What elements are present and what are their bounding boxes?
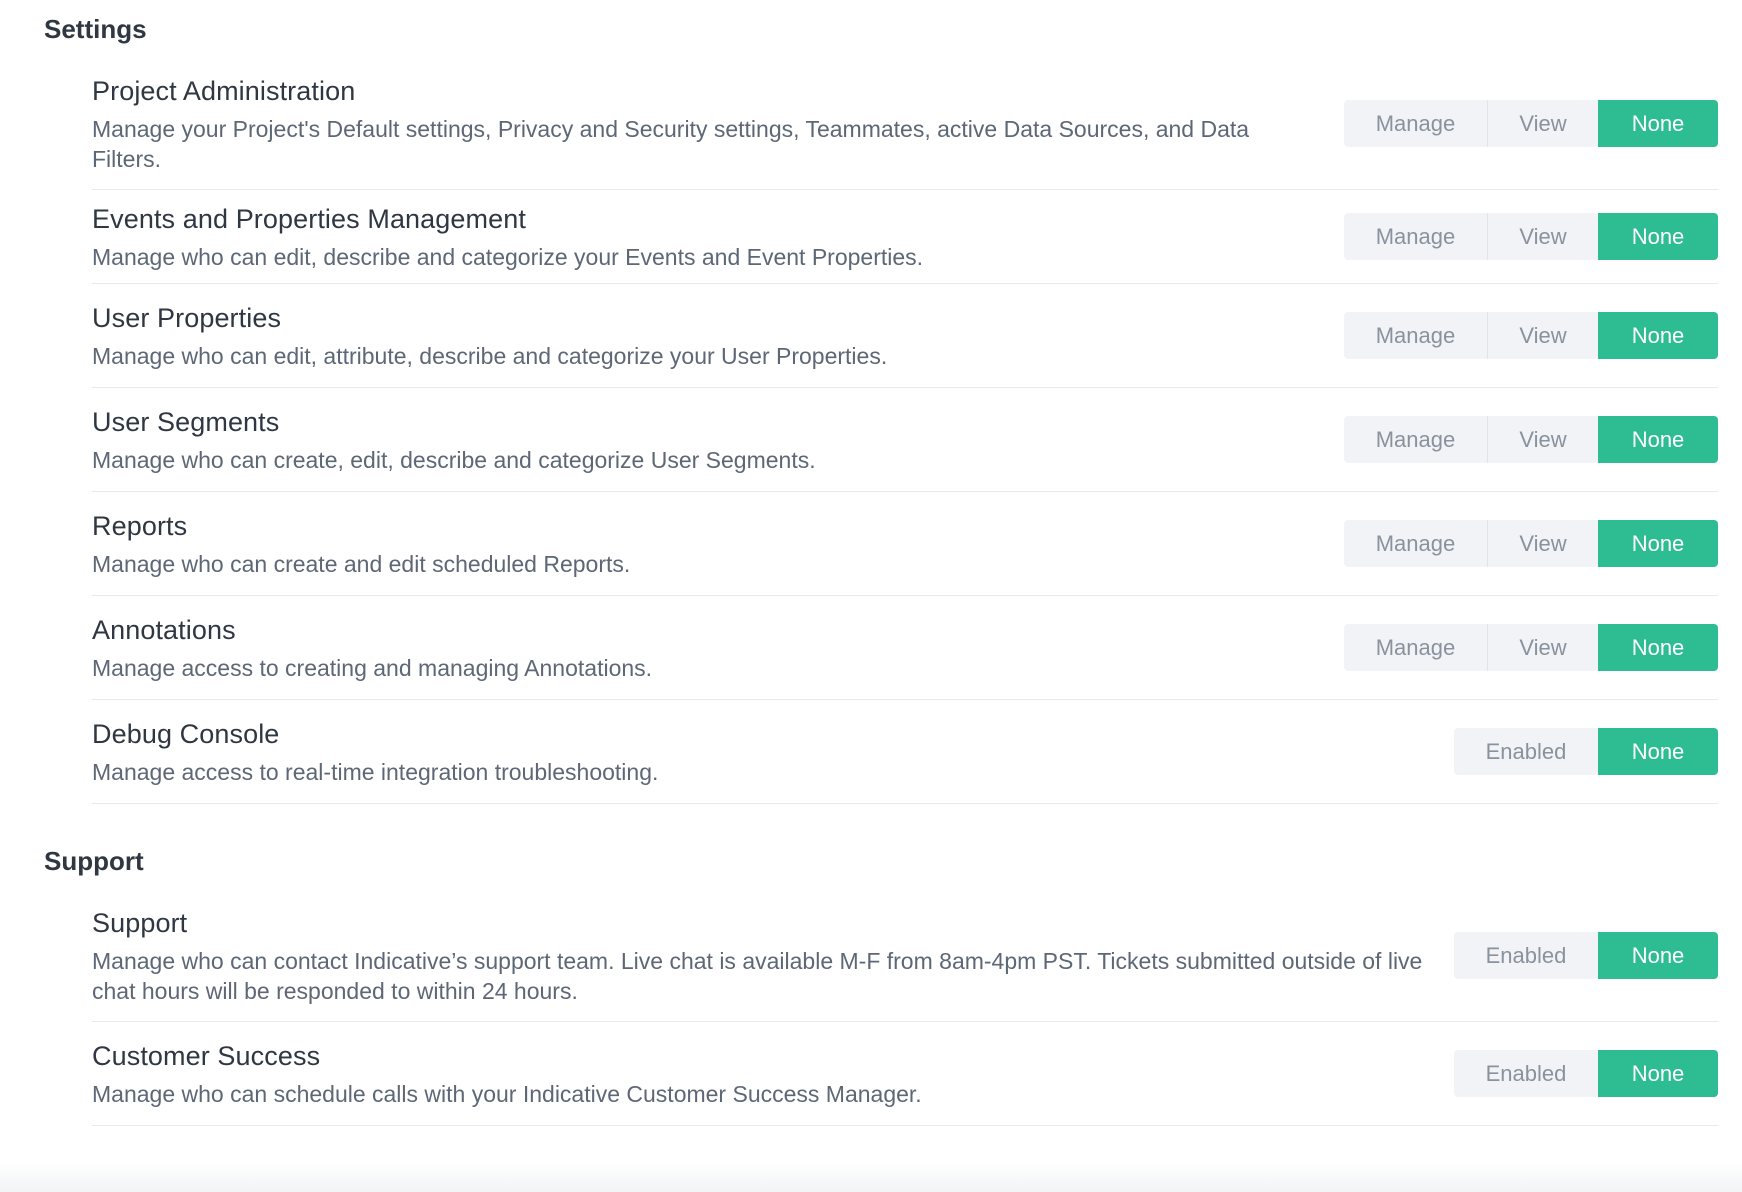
option-none-button[interactable]: None	[1598, 932, 1718, 979]
option-none-button[interactable]: None	[1598, 312, 1718, 359]
option-manage-button[interactable]: Manage	[1344, 100, 1487, 147]
permissions-page: Settings Project Administration Manage y…	[0, 0, 1742, 1192]
row-title: Customer Success	[92, 1040, 321, 1071]
permission-toggle-group: Manage View None	[1344, 624, 1718, 671]
option-none-button[interactable]: None	[1598, 728, 1718, 775]
permission-toggle-group: Manage View None	[1344, 520, 1718, 567]
row-title: Annotations	[92, 614, 236, 645]
permission-row-events-properties: Events and Properties Management Manage …	[92, 190, 1718, 284]
row-description: Manage who can edit, attribute, describe…	[92, 342, 888, 369]
row-title: Debug Console	[92, 718, 280, 749]
permission-toggle-group: Manage View None	[1344, 100, 1718, 147]
row-description: Manage who can contact Indicative’s supp…	[92, 947, 1423, 1004]
option-view-button[interactable]: View	[1487, 520, 1598, 567]
permission-row-user-segments: User Segments Manage who can create, edi…	[92, 388, 1718, 492]
row-description: Manage access to creating and managing A…	[92, 654, 653, 681]
option-view-button[interactable]: View	[1487, 213, 1598, 260]
option-none-button[interactable]: None	[1598, 213, 1718, 260]
permission-row-reports: Reports Manage who can create and edit s…	[92, 492, 1718, 596]
row-description: Manage who can schedule calls with your …	[92, 1080, 922, 1107]
permission-row-annotations: Annotations Manage access to creating an…	[92, 596, 1718, 700]
permission-row-customer-success: Customer Success Manage who can schedule…	[92, 1022, 1718, 1126]
option-view-button[interactable]: View	[1487, 624, 1598, 671]
option-none-button[interactable]: None	[1598, 100, 1718, 147]
option-manage-button[interactable]: Manage	[1344, 213, 1487, 260]
option-enabled-button[interactable]: Enabled	[1454, 932, 1598, 979]
option-manage-button[interactable]: Manage	[1344, 312, 1487, 359]
option-manage-button[interactable]: Manage	[1344, 624, 1487, 671]
row-title: User Properties	[92, 302, 282, 333]
option-view-button[interactable]: View	[1487, 416, 1598, 463]
permission-row-project-administration: Project Administration Manage your Proje…	[92, 58, 1718, 190]
row-description: Manage access to real-time integration t…	[92, 758, 659, 785]
permission-row-debug-console: Debug Console Manage access to real-time…	[92, 700, 1718, 804]
row-description: Manage your Project's Default settings, …	[92, 115, 1250, 172]
section-title-support: Support	[44, 846, 144, 876]
row-title: Project Administration	[92, 75, 356, 106]
row-title: Reports	[92, 510, 188, 541]
row-title: Events and Properties Management	[92, 203, 526, 234]
permission-row-user-properties: User Properties Manage who can edit, att…	[92, 284, 1718, 388]
row-description: Manage who can edit, describe and catego…	[92, 243, 924, 270]
bottom-fade	[0, 1162, 1742, 1192]
option-view-button[interactable]: View	[1487, 100, 1598, 147]
permission-toggle-group: Enabled None	[1454, 1050, 1718, 1097]
option-view-button[interactable]: View	[1487, 312, 1598, 359]
permission-toggle-group: Manage View None	[1344, 213, 1718, 260]
option-enabled-button[interactable]: Enabled	[1454, 1050, 1598, 1097]
row-description: Manage who can create, edit, describe an…	[92, 446, 816, 473]
option-none-button[interactable]: None	[1598, 1050, 1718, 1097]
permission-toggle-group: Enabled None	[1454, 728, 1718, 775]
permission-row-support: Support Manage who can contact Indicativ…	[92, 890, 1718, 1022]
option-enabled-button[interactable]: Enabled	[1454, 728, 1598, 775]
option-manage-button[interactable]: Manage	[1344, 416, 1487, 463]
settings-section: Settings Project Administration Manage y…	[0, 0, 1742, 804]
support-section: Support Support Manage who can contact I…	[0, 832, 1742, 1126]
option-none-button[interactable]: None	[1598, 624, 1718, 671]
option-none-button[interactable]: None	[1598, 520, 1718, 567]
row-title: Support	[92, 907, 188, 938]
option-manage-button[interactable]: Manage	[1344, 520, 1487, 567]
permission-toggle-group: Manage View None	[1344, 416, 1718, 463]
section-title-settings: Settings	[44, 14, 147, 44]
row-title: User Segments	[92, 406, 280, 437]
permission-toggle-group: Manage View None	[1344, 312, 1718, 359]
option-none-button[interactable]: None	[1598, 416, 1718, 463]
row-description: Manage who can create and edit scheduled…	[92, 550, 631, 577]
permission-toggle-group: Enabled None	[1454, 932, 1718, 979]
